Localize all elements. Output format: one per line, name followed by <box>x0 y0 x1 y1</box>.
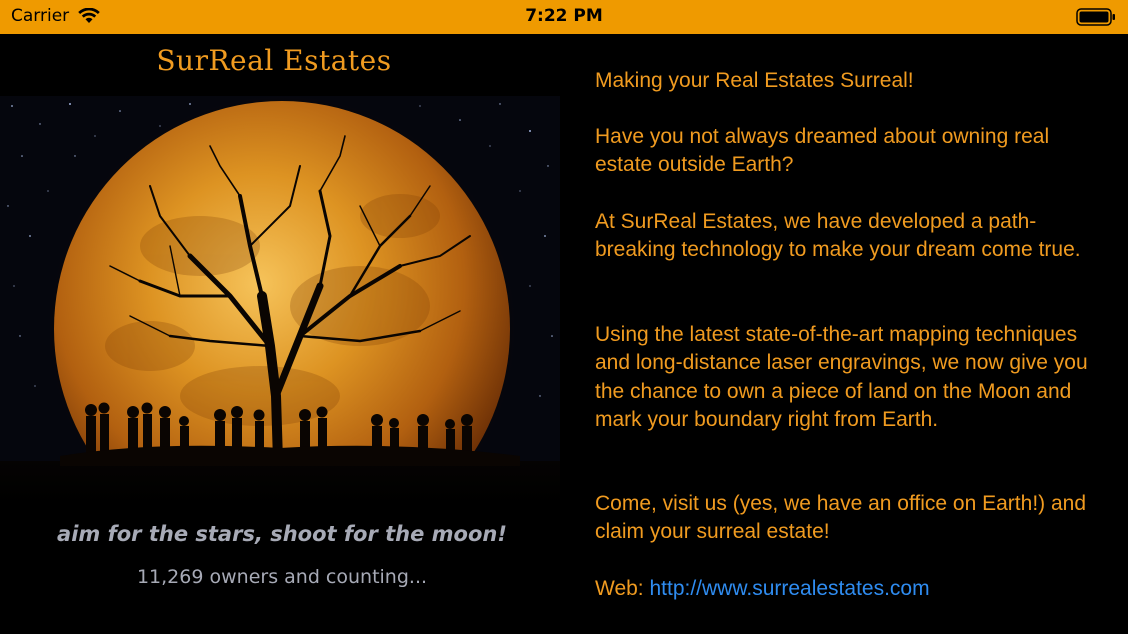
tagline: aim for the stars, shoot for the moon! <box>57 522 507 546</box>
web-line: Web: http://www.surrealestates.com <box>595 575 1105 603</box>
battery-icon <box>1076 8 1115 26</box>
lead-text: Making your Real Estates Surreal! <box>595 69 914 92</box>
website-link[interactable]: http://www.surrealestates.com <box>649 577 929 600</box>
status-bar: Carrier 7:22 PM <box>0 0 1128 34</box>
status-time: 7:22 PM <box>525 6 603 26</box>
full-moon-tree-silhouette-image <box>0 96 560 506</box>
owners-count: 11,269 owners and counting... <box>136 566 428 588</box>
paragraph-dream: Have you not always dreamed about owning… <box>595 125 1050 177</box>
left-pane: SurReal Estates aim for the stars, shoot… <box>0 34 560 634</box>
web-label: Web: <box>595 577 644 600</box>
brand-title: SurReal Estates <box>156 44 392 77</box>
paragraph-technology: At SurReal Estates, we have developed a … <box>595 210 1081 262</box>
paragraph-visit: Come, visit us (yes, we have an office o… <box>595 492 1087 544</box>
paragraph-mapping: Using the latest state-of-the-art mappin… <box>595 323 1088 431</box>
